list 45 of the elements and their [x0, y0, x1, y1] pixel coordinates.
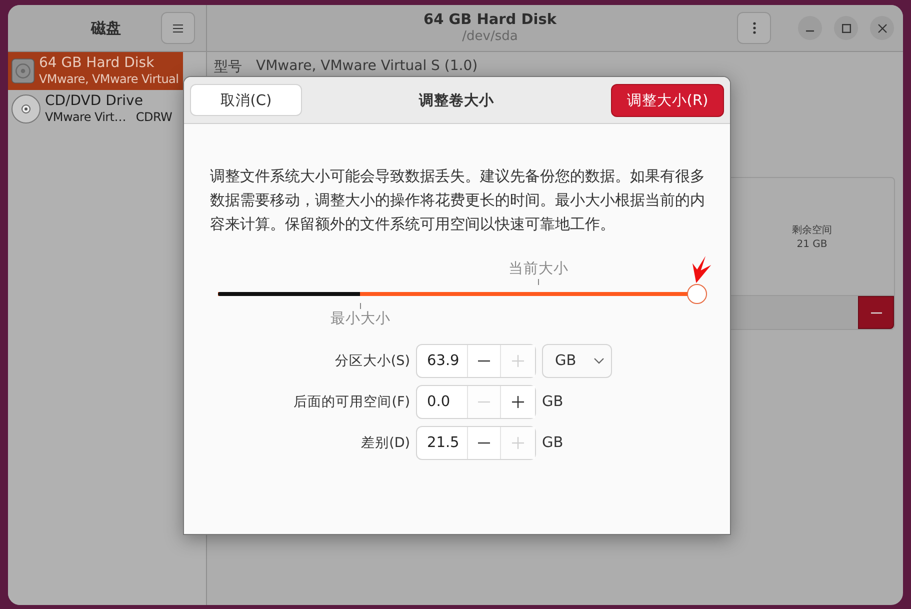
tick-label: 最小大小: [330, 310, 390, 328]
sidebar-title: 磁盘: [91, 18, 121, 38]
spin-field[interactable]: 0.0: [416, 385, 536, 419]
menu-button[interactable]: [161, 12, 195, 44]
resize-button[interactable]: 调整大小(R): [611, 84, 724, 116]
unit-label: GB: [542, 435, 564, 451]
drive-detail: VMware, VMware Virtual: [39, 72, 179, 87]
tick-label: 当前大小: [508, 260, 568, 278]
warning-text: 调整文件系统大小可能会导致数据丢失。建议先备份您的数据。如果有很多数据需要移动，调整大小的操作将花费更长的时间。最小大小根据当前的内容来计算。保留额外的文件系统可用空间以快速可靠地工作。: [210, 166, 706, 235]
close-icon: [878, 24, 886, 32]
drive-name: CD/DVD Drive: [45, 93, 144, 110]
more-button[interactable]: [737, 12, 771, 44]
maximize-icon: [842, 24, 850, 32]
spin-field[interactable]: 63.9: [416, 344, 536, 378]
disc-icon: [11, 94, 41, 124]
spin-field[interactable]: 21.5: [416, 426, 536, 460]
drive-detail: VMware Virt…: [45, 110, 126, 125]
unit-label: GB: [542, 394, 564, 410]
minimize-button[interactable]: [798, 16, 822, 40]
chevron-down-icon: [594, 358, 604, 364]
sidebar-item[interactable]: CD/DVD Drive VMware Virt… CDRW: [8, 90, 183, 128]
free-space-partition[interactable]: 剩余空间 21 GB: [730, 178, 894, 295]
drive-name: 64 GB Hard Disk: [39, 55, 156, 72]
minus-icon: [870, 312, 882, 314]
partition-size: 21 GB: [796, 239, 828, 250]
unit-dropdown[interactable]: GB: [542, 344, 612, 378]
close-button[interactable]: [870, 16, 894, 40]
window-title: 64 GB Hard Disk: [423, 12, 556, 28]
maximize-button[interactable]: [834, 16, 858, 40]
field-label: 分区大小(S): [334, 352, 410, 370]
window-subtitle: /dev/sda: [462, 28, 518, 44]
sidebar-item[interactable]: 64 GB Hard Disk VMware, VMware Virtual: [8, 52, 183, 90]
delete-partition-button[interactable]: [858, 296, 894, 329]
dialog-title: 调整卷大小: [419, 92, 494, 110]
field-label: 差别(D): [361, 434, 410, 452]
slider-thumb[interactable]: [687, 284, 707, 304]
cancel-button[interactable]: 取消(C): [190, 84, 302, 116]
minimize-icon: [806, 30, 814, 32]
model-label: 型号: [214, 58, 242, 76]
menu-icon: [173, 24, 183, 32]
more-icon: [752, 22, 756, 34]
drive-detail: CDRW: [136, 110, 172, 125]
field-label: 后面的可用空间(F): [294, 393, 410, 411]
partition-label: 剩余空间: [792, 224, 832, 237]
model-value: VMware, VMware Virtual S (1.0): [256, 58, 478, 76]
